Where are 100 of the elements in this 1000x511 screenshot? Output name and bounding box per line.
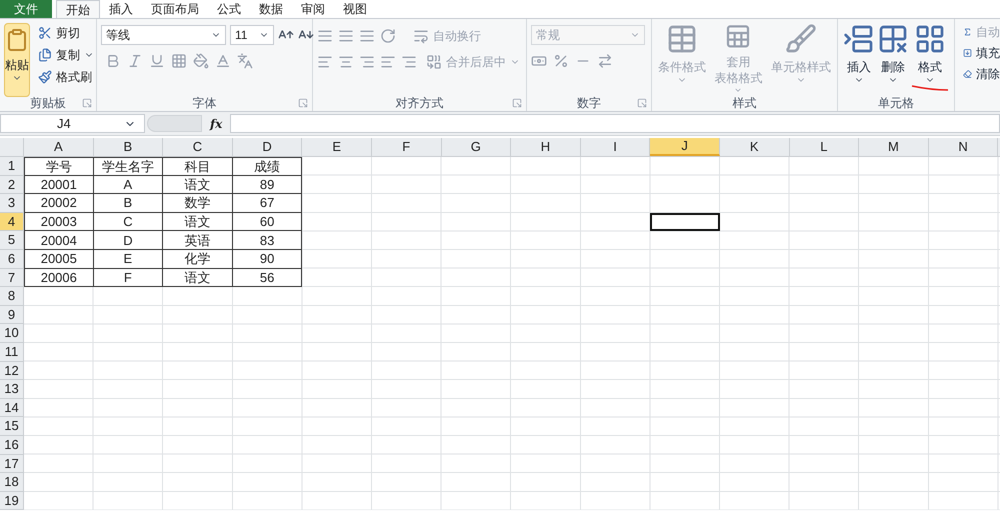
clipboard-button[interactable]: 格式刷 — [38, 67, 94, 87]
column-header[interactable]: J — [650, 138, 720, 156]
dialog-launcher-icon[interactable] — [512, 98, 522, 108]
column-header[interactable]: D — [232, 138, 302, 156]
fill-color-icon[interactable] — [193, 53, 209, 69]
brush-icon — [784, 23, 817, 55]
decimal-icon[interactable] — [597, 53, 613, 69]
align-center-icon[interactable] — [338, 54, 354, 70]
font-name-field[interactable]: 等线 — [101, 25, 226, 45]
percent-icon[interactable] — [553, 53, 569, 69]
table-cell: 20005 — [24, 250, 94, 269]
table-cell: 60 — [232, 212, 302, 232]
table-cell: 20001 — [24, 176, 94, 194]
border-icon[interactable] — [171, 53, 187, 69]
column-header[interactable]: G — [442, 138, 512, 156]
cell-button[interactable]: 删除 — [877, 23, 909, 85]
table-cell: 学生名字 — [94, 157, 164, 176]
row-header[interactable]: 3 — [0, 194, 24, 213]
italic-icon[interactable] — [127, 53, 143, 69]
align-right-icon[interactable] — [359, 54, 375, 70]
table-cell: D — [94, 231, 164, 250]
underline-icon[interactable] — [149, 53, 165, 69]
group-label: 单元格 — [878, 96, 914, 108]
editing-button[interactable]: 填充 — [963, 44, 1000, 62]
align-bottom-icon[interactable] — [359, 28, 375, 44]
font-color-icon[interactable] — [215, 53, 231, 69]
table-cell: 90 — [232, 250, 302, 269]
dialog-launcher-icon[interactable] — [298, 98, 308, 108]
cell-button[interactable]: 插入 — [843, 23, 875, 85]
row-header[interactable]: 14 — [0, 398, 24, 418]
cell-button[interactable]: 格式 — [914, 23, 946, 85]
table-cell: 学号 — [24, 157, 94, 176]
decrease-indent-icon[interactable] — [380, 54, 396, 70]
table-cell: 83 — [232, 231, 302, 250]
row-header[interactable]: 5 — [0, 231, 24, 250]
phonetic-icon[interactable] — [237, 53, 253, 69]
column-header[interactable]: M — [859, 138, 929, 156]
table-cell: 20004 — [24, 231, 94, 250]
column-header[interactable]: N — [928, 138, 998, 156]
table-cell: E — [94, 250, 164, 269]
row-header[interactable]: 18 — [0, 473, 24, 492]
name-box[interactable]: J4 — [0, 114, 145, 133]
column-header[interactable]: A — [24, 138, 94, 156]
clipboard-icon — [5, 26, 29, 54]
editing-button[interactable]: 清除 — [963, 65, 1000, 83]
font-size-field[interactable]: 11 — [230, 25, 274, 45]
ribbon-tab[interactable]: 插入 — [100, 0, 142, 18]
group-label: 数字 — [577, 96, 601, 108]
column-header[interactable]: B — [94, 138, 164, 156]
orientation-icon[interactable] — [380, 28, 396, 44]
ribbon-tab[interactable]: 公式 — [208, 0, 250, 18]
clipboard-button[interactable]: 复制 — [38, 45, 94, 65]
column-header[interactable]: F — [372, 138, 442, 156]
ribbon-tab[interactable]: 审阅 — [292, 0, 334, 18]
column-header[interactable]: L — [790, 138, 860, 156]
column-header[interactable]: E — [302, 138, 372, 156]
align-left-icon[interactable] — [317, 54, 333, 70]
row-header[interactable]: 2 — [0, 176, 24, 194]
table-cell: 化学 — [163, 250, 233, 269]
table-cell: 20002 — [24, 194, 94, 213]
row-header[interactable]: 15 — [0, 417, 24, 436]
row-header[interactable]: 8 — [0, 287, 24, 306]
row-header[interactable]: 9 — [0, 306, 24, 324]
row-header[interactable]: 17 — [0, 454, 24, 474]
row-header[interactable]: 7 — [0, 268, 24, 288]
row-header[interactable]: 6 — [0, 250, 24, 269]
clipboard-button[interactable]: 剪切 — [38, 23, 94, 43]
table-cell: 数学 — [163, 194, 233, 213]
table-icon — [666, 23, 698, 55]
ribbon-tab[interactable]: 页面布局 — [142, 0, 208, 18]
paste-button[interactable]: 粘贴 — [4, 23, 30, 97]
column-header[interactable]: C — [163, 138, 233, 156]
row-header[interactable]: 4 — [0, 212, 24, 232]
row-header[interactable]: 19 — [0, 492, 24, 510]
increase-indent-icon[interactable] — [401, 54, 417, 70]
table-cell: 语文 — [163, 268, 233, 288]
group-label: 样式 — [732, 96, 756, 108]
align-middle-icon[interactable] — [338, 28, 354, 44]
active-cell[interactable] — [650, 212, 720, 232]
row-header[interactable]: 12 — [0, 362, 24, 380]
ribbon-tab[interactable]: 开始 — [56, 0, 100, 18]
row-header[interactable]: 10 — [0, 324, 24, 343]
ribbon-tab[interactable]: 数据 — [250, 0, 292, 18]
table-cell: 英语 — [163, 231, 233, 250]
file-tab[interactable]: 文件 — [0, 0, 52, 18]
ribbon-tab[interactable]: 视图 — [334, 0, 376, 18]
dialog-launcher-icon[interactable] — [637, 98, 647, 108]
column-header[interactable]: K — [720, 138, 790, 156]
formula-field[interactable] — [230, 114, 1000, 133]
scissors-icon — [38, 26, 52, 40]
table-cell: F — [94, 268, 164, 288]
insert-function-label[interactable]: fx — [202, 114, 230, 132]
dialog-launcher-icon[interactable] — [82, 98, 92, 108]
row-header[interactable]: 11 — [0, 342, 24, 362]
column-header[interactable]: H — [511, 138, 581, 156]
row-header[interactable]: 13 — [0, 380, 24, 399]
table-cell: C — [94, 212, 164, 232]
row-header[interactable]: 1 — [0, 157, 24, 176]
row-header[interactable]: 16 — [0, 436, 24, 454]
grid-icon — [914, 23, 946, 55]
